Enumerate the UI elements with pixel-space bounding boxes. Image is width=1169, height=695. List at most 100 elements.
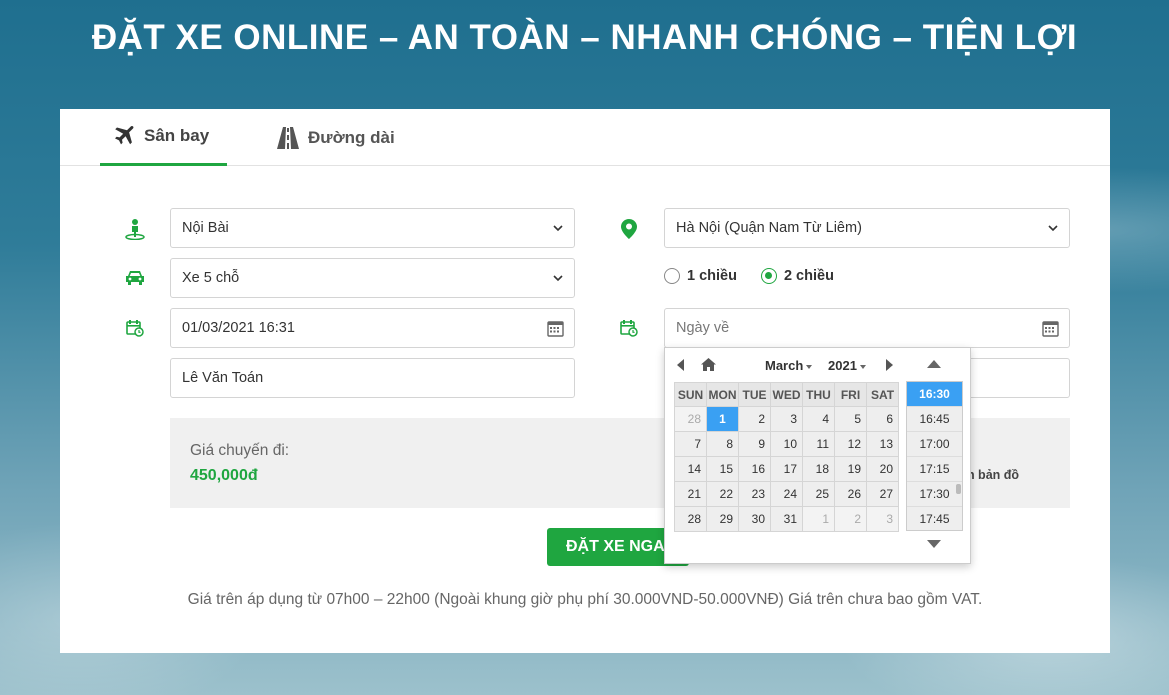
destination-select[interactable]: Hà Nội (Quận Nam Từ Liêm) — [664, 208, 1070, 248]
calendar-day[interactable]: 28 — [674, 506, 707, 532]
calendar-week: 21 22 23 24 25 26 27 — [674, 481, 899, 507]
calendar-day[interactable]: 23 — [738, 481, 771, 507]
time-option[interactable]: 17:15 — [907, 457, 962, 482]
time-option[interactable]: 17:30 — [907, 482, 962, 507]
time-option[interactable]: 16:30 — [907, 382, 962, 407]
calendar-week: 28 29 30 31 1 2 3 — [674, 506, 899, 532]
weekday-header: WED — [770, 382, 803, 407]
caret-down-icon — [859, 364, 866, 369]
year-label: 2021 — [828, 358, 857, 373]
year-select[interactable]: 2021 — [828, 358, 866, 373]
calendar-day[interactable]: 6 — [866, 406, 899, 432]
calendar-day[interactable]: 30 — [738, 506, 771, 532]
airplane-icon — [115, 125, 134, 145]
name-input[interactable]: Lê Văn Toán — [170, 358, 575, 398]
calendar-day[interactable]: 9 — [738, 431, 771, 457]
person-pin-icon — [123, 217, 147, 241]
calendar-day[interactable]: 18 — [802, 456, 835, 482]
time-scroll-up-icon[interactable] — [927, 360, 941, 368]
return-date-input[interactable]: Ngày về — [664, 308, 1070, 348]
time-scroll-down-icon[interactable] — [927, 540, 941, 548]
calendar-day[interactable]: 16 — [738, 456, 771, 482]
calendar-day[interactable]: 13 — [866, 431, 899, 457]
weekday-header: MON — [706, 382, 739, 407]
calendar-icon — [1042, 321, 1059, 337]
tab-airport[interactable]: Sân bay — [100, 109, 227, 166]
time-option[interactable]: 17:45 — [907, 507, 962, 530]
calendar-day[interactable]: 5 — [834, 406, 867, 432]
weekday-header: SAT — [866, 382, 899, 407]
time-scrollbar[interactable] — [956, 484, 961, 494]
trip-type-group: 1 chiều 2 chiều — [664, 268, 858, 284]
time-option[interactable]: 16:45 — [907, 407, 962, 432]
calendar-clock-icon — [123, 316, 147, 340]
time-list: 16:30 16:45 17:00 17:15 17:30 17:45 — [906, 381, 963, 531]
calendar-day[interactable]: 24 — [770, 481, 803, 507]
caret-down-icon — [806, 364, 813, 369]
chevron-down-icon — [553, 275, 563, 282]
radio-round-trip-label: 2 chiều — [783, 268, 834, 284]
car-type-select[interactable]: Xe 5 chỗ — [170, 258, 575, 298]
car-icon — [123, 266, 147, 290]
calendar-day[interactable]: 11 — [802, 431, 835, 457]
calendar-day[interactable]: 27 — [866, 481, 899, 507]
radio-round-trip[interactable]: 2 chiều — [760, 268, 834, 284]
tab-long-distance[interactable]: Đường dài — [276, 109, 395, 166]
calendar-icon — [547, 321, 564, 337]
calendar-day[interactable]: 17 — [770, 456, 803, 482]
calendar-day[interactable]: 21 — [674, 481, 707, 507]
next-month-icon[interactable] — [885, 359, 893, 371]
radio-dot — [664, 268, 680, 284]
depart-datetime-value: 01/03/2021 16:31 — [182, 320, 295, 336]
depart-datetime-input[interactable]: 01/03/2021 16:31 — [170, 308, 575, 348]
pickup-select[interactable]: Nội Bài — [170, 208, 575, 248]
time-option[interactable]: 17:00 — [907, 432, 962, 457]
home-icon[interactable] — [701, 358, 716, 371]
radio-one-way[interactable]: 1 chiều — [664, 268, 737, 284]
price-label: Giá chuyến đi: — [190, 442, 290, 459]
calendar-day[interactable]: 29 — [706, 506, 739, 532]
calendar-day[interactable]: 28 — [674, 406, 707, 432]
weekday-header: THU — [802, 382, 835, 407]
calendar-day[interactable]: 20 — [866, 456, 899, 482]
calendar-day[interactable]: 10 — [770, 431, 803, 457]
radio-one-way-label: 1 chiều — [687, 268, 737, 284]
calendar-day-selected[interactable]: 1 — [706, 406, 739, 432]
radio-dot — [760, 268, 777, 284]
calendar-clock-icon — [617, 316, 641, 340]
calendar-day[interactable]: 2 — [834, 506, 867, 532]
calendar-day[interactable]: 14 — [674, 456, 707, 482]
map-marker-icon — [617, 217, 641, 241]
calendar-day[interactable]: 7 — [674, 431, 707, 457]
calendar-day[interactable]: 2 — [738, 406, 771, 432]
calendar-day[interactable]: 26 — [834, 481, 867, 507]
calendar-day[interactable]: 25 — [802, 481, 835, 507]
calendar-day[interactable]: 12 — [834, 431, 867, 457]
calendar-day[interactable]: 19 — [834, 456, 867, 482]
calendar-day[interactable]: 3 — [770, 406, 803, 432]
calendar-week: 28 1 2 3 4 5 6 — [674, 406, 899, 432]
month-select[interactable]: March — [765, 358, 813, 373]
chevron-down-icon — [553, 225, 563, 232]
chevron-down-icon — [1048, 225, 1058, 232]
road-icon — [277, 126, 299, 149]
tab-bar: Sân bay Đường dài — [60, 109, 1110, 166]
prev-month-icon[interactable] — [677, 359, 685, 371]
tab-long-label: Đường dài — [308, 127, 395, 147]
weekday-header: FRI — [834, 382, 867, 407]
calendar-day[interactable]: 3 — [866, 506, 899, 532]
name-value: Lê Văn Toán — [182, 370, 264, 386]
calendar-day[interactable]: 8 — [706, 431, 739, 457]
car-type-value: Xe 5 chỗ — [182, 270, 240, 286]
page-headline: ĐẶT XE ONLINE – AN TOÀN – NHANH CHÓNG – … — [91, 18, 1078, 57]
price-value: 450,000đ — [190, 467, 258, 484]
calendar-day[interactable]: 22 — [706, 481, 739, 507]
calendar-day[interactable]: 31 — [770, 506, 803, 532]
weekday-header: TUE — [738, 382, 771, 407]
tab-airport-label: Sân bay — [144, 126, 210, 145]
calendar-day[interactable]: 4 — [802, 406, 835, 432]
calendar-day[interactable]: 15 — [706, 456, 739, 482]
weekday-header: SUN — [674, 382, 707, 407]
destination-value: Hà Nội (Quận Nam Từ Liêm) — [676, 220, 862, 236]
calendar-day[interactable]: 1 — [802, 506, 835, 532]
